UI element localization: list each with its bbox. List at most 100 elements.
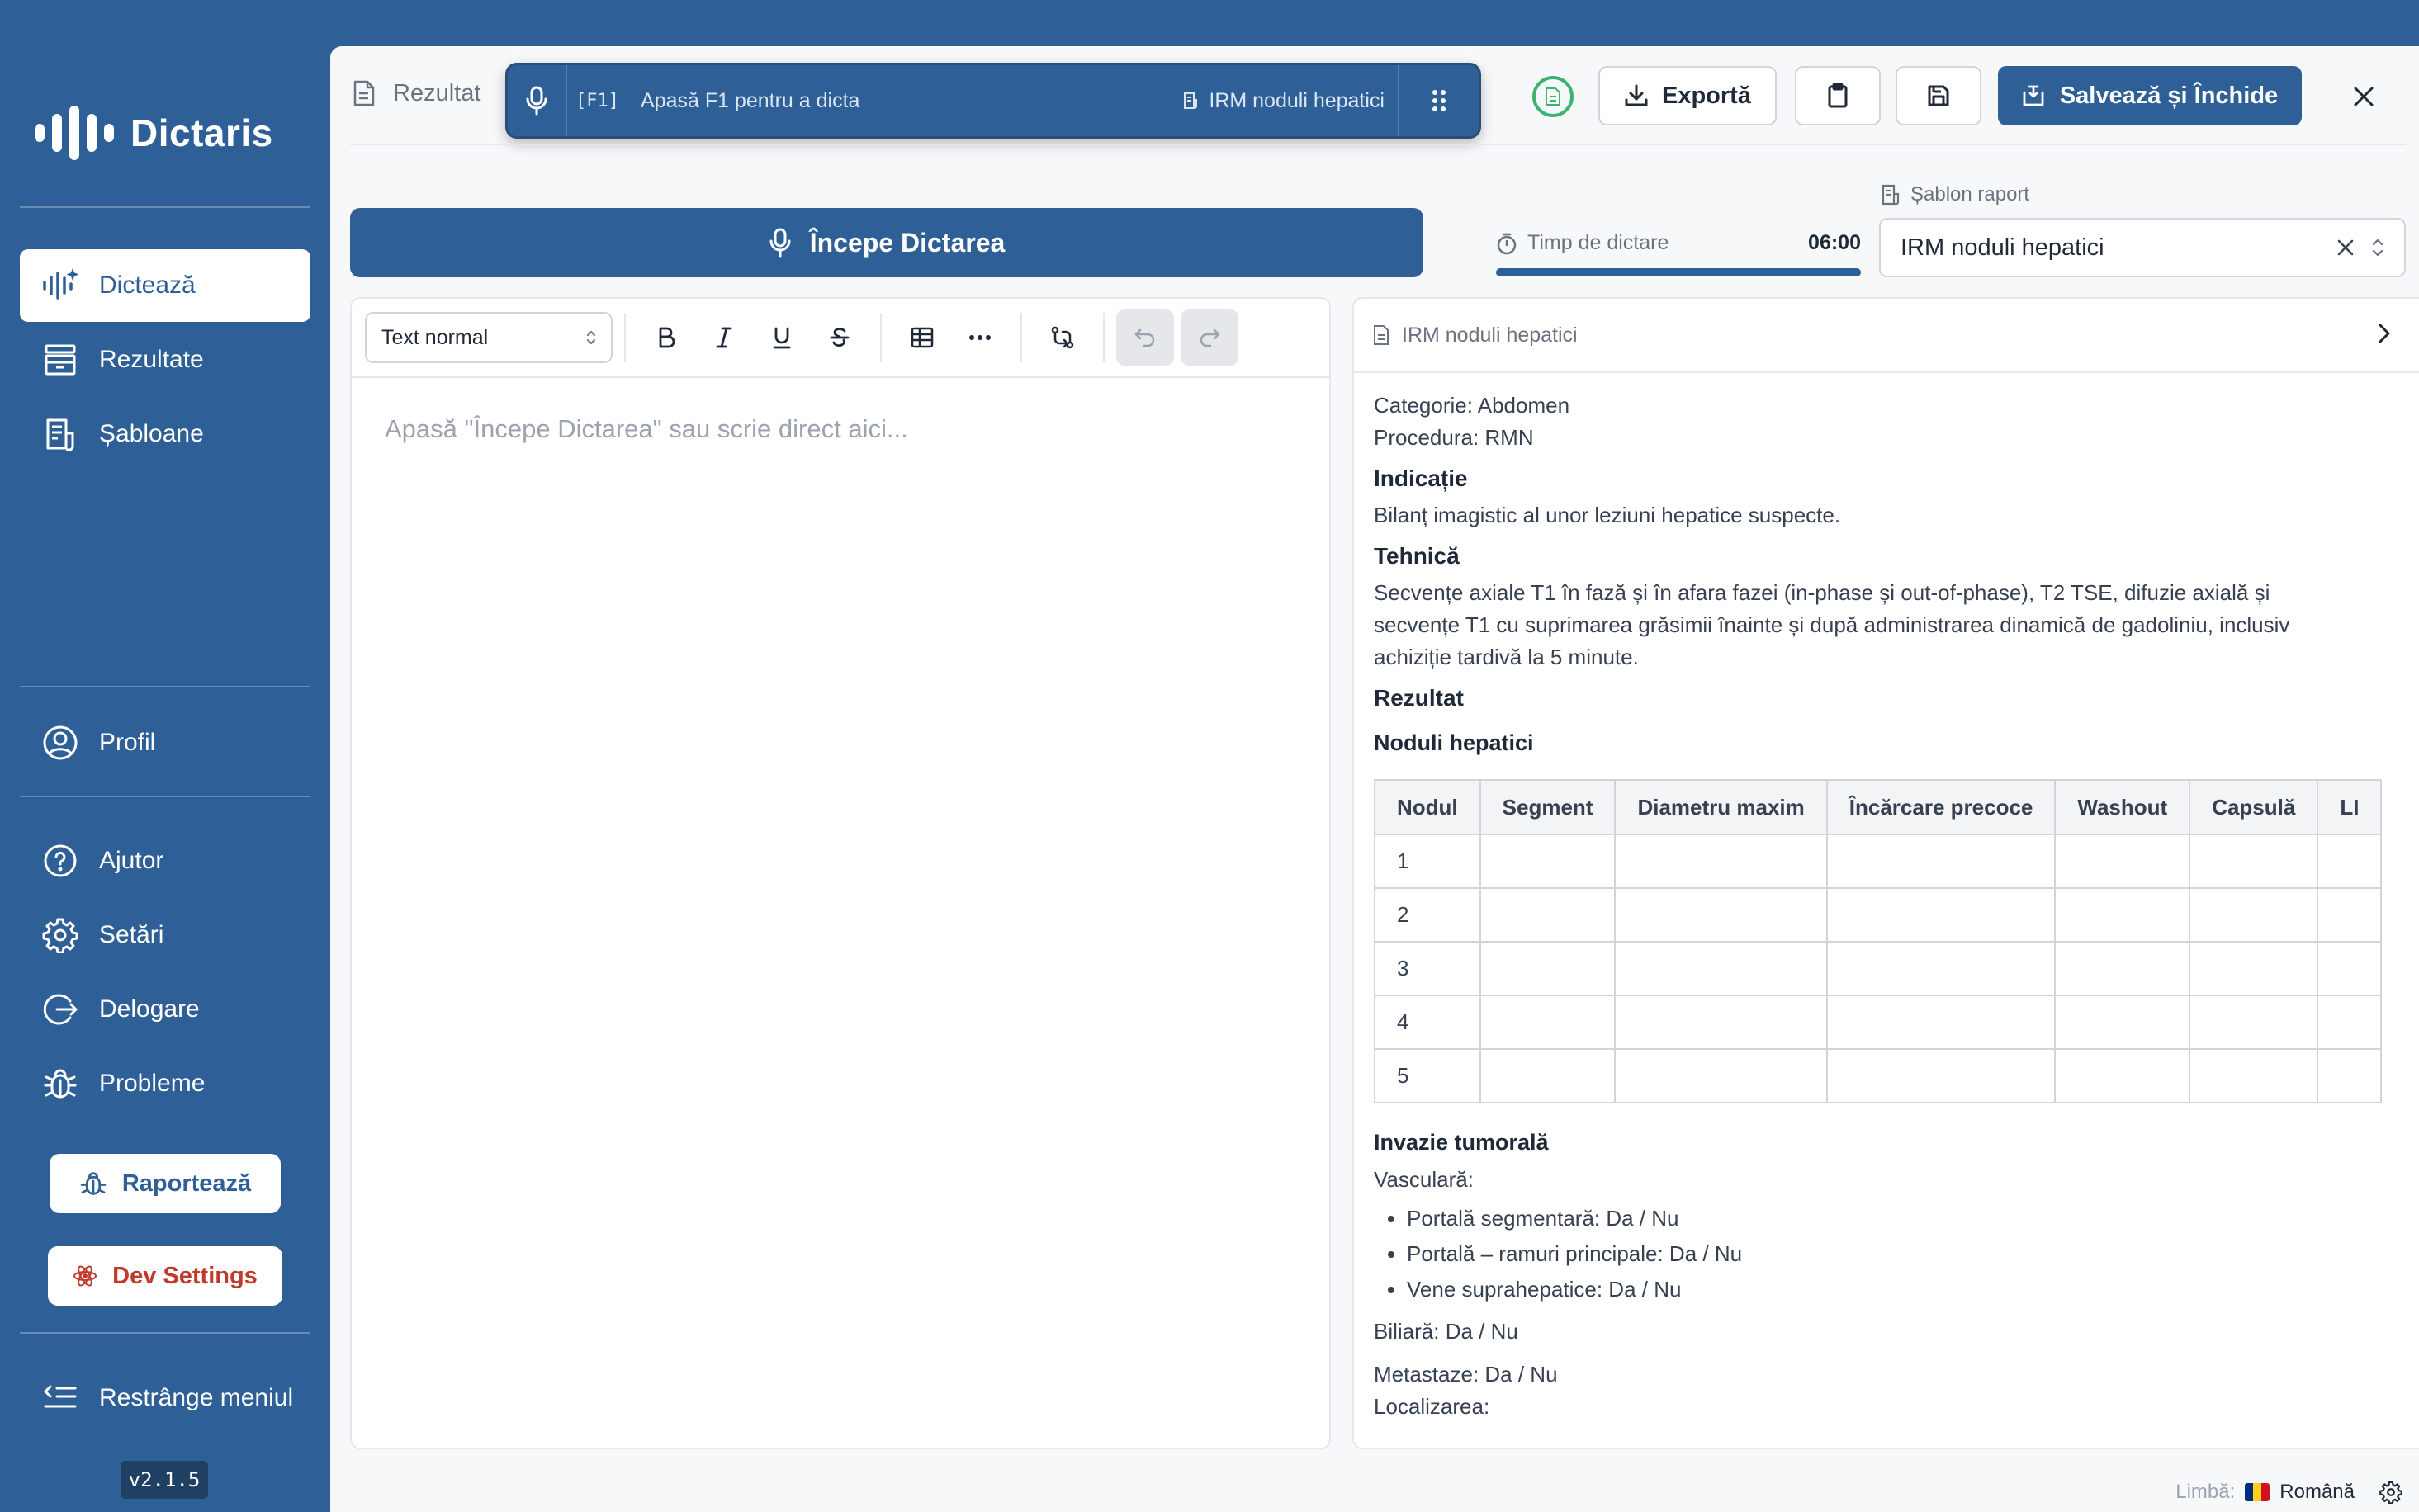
section-heading: Rezultat bbox=[1374, 685, 1464, 711]
list-item: Portală segmentară: Da / Nu bbox=[1407, 1201, 2414, 1236]
bold-button[interactable] bbox=[637, 309, 695, 366]
redo-button[interactable] bbox=[1181, 309, 1238, 366]
undo-button[interactable] bbox=[1116, 309, 1174, 366]
sidebar-divider bbox=[20, 686, 310, 687]
sidebar-item-label: Probleme bbox=[99, 1070, 206, 1097]
italic-button[interactable] bbox=[695, 309, 753, 366]
nodules-table: Nodul Segment Diametru maxim Încărcare p… bbox=[1374, 779, 2383, 1103]
main-panel: Rezultat [F1] Apasă F1 pentru a dicta IR… bbox=[330, 46, 2419, 1512]
table-cell bbox=[2317, 995, 2383, 1050]
sidebar-item-ajutor[interactable]: Ajutor bbox=[20, 825, 310, 897]
compare-button[interactable] bbox=[1034, 309, 1091, 366]
list-item: Vene suprahepatice: Da / Nu bbox=[1407, 1272, 2414, 1307]
timer-value: 06:00 bbox=[1808, 231, 1861, 254]
strikethrough-button[interactable] bbox=[811, 309, 869, 366]
dev-settings-label: Dev Settings bbox=[112, 1262, 258, 1289]
page-title-text: Rezultat bbox=[393, 79, 481, 106]
version-badge: v2.1.5 bbox=[121, 1461, 208, 1499]
redo-icon bbox=[1198, 327, 1221, 348]
list-item: Portală – ramuri principale: Da / Nu bbox=[1407, 1236, 2414, 1272]
archive-icon bbox=[41, 341, 79, 379]
clipboard-button[interactable] bbox=[1795, 66, 1881, 125]
table-header-row: Nodul Segment Diametru maxim Încărcare p… bbox=[1374, 779, 2383, 835]
table-cell bbox=[2189, 1048, 2319, 1103]
table-cell bbox=[2189, 941, 2319, 996]
mic-icon[interactable] bbox=[508, 65, 567, 136]
bug-icon bbox=[79, 1169, 107, 1198]
table-cell: 1 bbox=[1374, 834, 1481, 889]
editor-placeholder[interactable]: Apasă "Începe Dictarea" sau scrie direct… bbox=[385, 414, 908, 444]
editor-toolbar: Text normal bbox=[352, 299, 1329, 378]
table-header: Capsulă bbox=[2189, 779, 2319, 835]
bug-icon bbox=[41, 1065, 79, 1103]
app-logo[interactable]: Dictaris bbox=[35, 106, 273, 160]
more-options-button[interactable] bbox=[951, 309, 1009, 366]
insert-table-button[interactable] bbox=[893, 309, 951, 366]
report-button-label: Raportează bbox=[121, 1169, 252, 1197]
save-close-icon bbox=[2022, 84, 2045, 107]
dev-settings-button[interactable]: Dev Settings bbox=[48, 1246, 282, 1306]
toolbar-divider bbox=[350, 144, 2406, 145]
sidebar-item-label: Setări bbox=[99, 921, 164, 948]
table-cell bbox=[1614, 995, 1828, 1050]
preview-content: Categorie: Abdomen Procedura: RMN Indica… bbox=[1374, 373, 2414, 1423]
underline-button[interactable] bbox=[753, 309, 811, 366]
sidebar-item-label: Ajutor bbox=[99, 847, 164, 874]
template-select[interactable]: IRM noduli hepatici bbox=[1879, 218, 2406, 277]
start-dictation-button[interactable]: Începe Dictarea bbox=[350, 208, 1423, 277]
table-row: 1 bbox=[1374, 834, 2383, 889]
table-cell bbox=[1479, 887, 1617, 943]
clipboard-icon bbox=[1826, 83, 1849, 109]
preview-header: IRM noduli hepatici bbox=[1354, 299, 2419, 373]
document-icon bbox=[352, 79, 376, 107]
table-row: 5 bbox=[1374, 1048, 2383, 1103]
export-button[interactable]: Exportă bbox=[1598, 66, 1777, 125]
text-style-select[interactable]: Text normal bbox=[365, 312, 613, 363]
close-icon[interactable] bbox=[2345, 78, 2383, 116]
table-cell: 4 bbox=[1374, 995, 1481, 1050]
sidebar-item-probleme[interactable]: Probleme bbox=[20, 1047, 310, 1120]
sidebar-item-profil[interactable]: Profil bbox=[20, 706, 310, 779]
report-button[interactable]: Raportează bbox=[50, 1154, 281, 1213]
gear-icon[interactable] bbox=[2379, 1481, 2402, 1504]
sidebar-item-rezultate[interactable]: Rezultate bbox=[20, 324, 310, 396]
preview-procedure: Procedura: RMN bbox=[1374, 425, 1534, 450]
underline-icon bbox=[772, 326, 792, 349]
sidebar-item-label: Profil bbox=[99, 729, 156, 756]
floppy-disk-icon bbox=[1927, 84, 1950, 107]
language-value: Română bbox=[2279, 1481, 2355, 1503]
sidebar-item-sabloane[interactable]: Șabloane bbox=[20, 398, 310, 470]
save-close-button[interactable]: Salvează și Închide bbox=[1998, 66, 2302, 125]
table-cell: 3 bbox=[1374, 941, 1481, 996]
dictation-timer: Timp de dictare 06:00 bbox=[1496, 231, 1861, 276]
preview-indication: Bilanț imagistic al unor leziuni hepatic… bbox=[1374, 503, 1841, 527]
table-cell bbox=[1614, 834, 1828, 889]
save-button[interactable] bbox=[1896, 66, 1981, 125]
sidebar-item-delogare[interactable]: Delogare bbox=[20, 973, 310, 1046]
table-cell bbox=[1825, 941, 2057, 996]
editor[interactable]: Text normal Apasă "Începe Dictarea" sau … bbox=[350, 297, 1331, 1449]
table-row: 4 bbox=[1374, 995, 2383, 1050]
sidebar-item-dicteaza[interactable]: Dictează bbox=[20, 249, 310, 322]
sidebar-item-setari[interactable]: Setări bbox=[20, 899, 310, 971]
table-cell bbox=[1825, 995, 2057, 1050]
git-compare-icon bbox=[1050, 325, 1075, 350]
dictation-bar[interactable]: [F1] Apasă F1 pentru a dicta IRM noduli … bbox=[505, 63, 1481, 139]
table-header: Nodul bbox=[1374, 779, 1481, 835]
sidebar-divider bbox=[20, 206, 310, 208]
drag-handle-icon[interactable] bbox=[1398, 65, 1479, 136]
preview-technique: Secvențe axiale T1 în fază și în afara f… bbox=[1374, 580, 2290, 669]
table-cell bbox=[2189, 834, 2319, 889]
template-icon bbox=[1182, 92, 1199, 110]
collapse-menu-button[interactable]: Restrânge meniul bbox=[20, 1362, 310, 1434]
clear-icon[interactable] bbox=[2336, 239, 2355, 257]
language-selector[interactable]: Limbă: Română bbox=[2175, 1481, 2402, 1504]
dictation-template: IRM noduli hepatici bbox=[1182, 89, 1398, 113]
table-cell bbox=[1614, 941, 1828, 996]
dictation-template-name: IRM noduli hepatici bbox=[1209, 88, 1385, 112]
app-name: Dictaris bbox=[130, 111, 273, 154]
template-preview: IRM noduli hepatici Categorie: Abdomen P… bbox=[1352, 297, 2419, 1449]
save-close-label: Salvează și Închide bbox=[2059, 82, 2279, 109]
chevron-right-icon[interactable] bbox=[2378, 322, 2391, 345]
table-cell: 5 bbox=[1374, 1048, 1481, 1103]
